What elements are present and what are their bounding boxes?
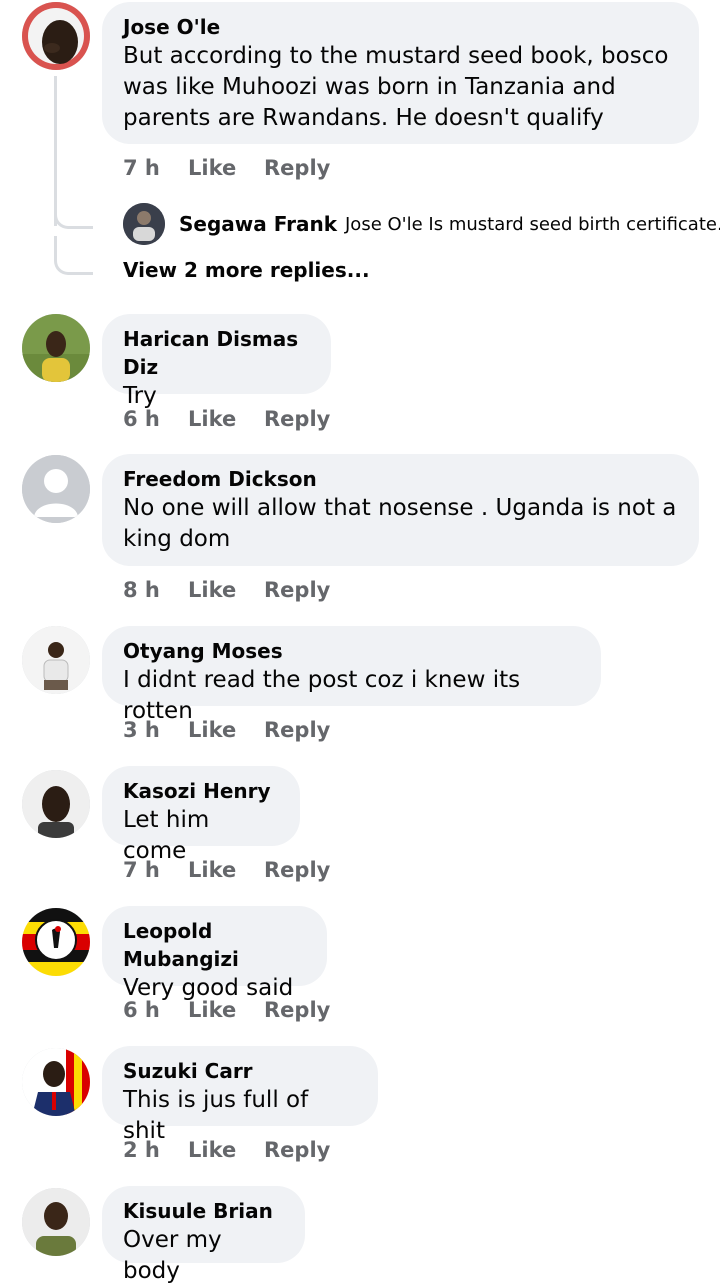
reply-button[interactable]: Reply [264, 578, 330, 602]
reply-button[interactable]: Reply [264, 156, 330, 180]
like-button[interactable]: Like [188, 998, 264, 1022]
comment-bubble: Otyang Moses I didnt read the post coz i… [102, 626, 601, 724]
person-photo-icon [22, 1048, 90, 1116]
like-button[interactable]: Like [188, 407, 264, 431]
comment-author[interactable]: Harican Dismas Diz [123, 325, 309, 381]
comment-bubble: Freedom Dickson No one will allow that n… [102, 454, 699, 566]
avatar[interactable] [22, 314, 90, 382]
comment-author[interactable]: Kisuule Brian [123, 1197, 283, 1225]
person-photo-icon [22, 314, 90, 382]
comment-time[interactable]: 3 h [123, 718, 188, 742]
default-profile-icon [22, 455, 90, 523]
comment-text: No one will allow that nosense . Uganda … [123, 495, 684, 552]
person-photo-icon [22, 2, 90, 70]
comment-bubble: Suzuki Carr This is jus full of shit [102, 1046, 378, 1144]
reply-button[interactable]: Reply [264, 858, 330, 882]
reply-button[interactable]: Reply [264, 998, 330, 1022]
comment-bubble: Leopold Mubangizi Very good said [102, 906, 327, 1001]
comment-meta: 8 h Like Reply [123, 575, 330, 605]
reply-preview[interactable]: Segawa Frank Jose O'le Is mustard seed b… [123, 203, 720, 245]
avatar[interactable] [22, 1188, 90, 1256]
comment-time[interactable]: 7 h [123, 156, 188, 180]
comment-meta: 7 h Like Reply [123, 855, 330, 885]
comment-author[interactable]: Leopold Mubangizi [123, 917, 305, 973]
like-button[interactable]: Like [188, 718, 264, 742]
comment-time[interactable]: 8 h [123, 578, 188, 602]
uganda-crest-icon [22, 908, 90, 976]
avatar[interactable] [22, 2, 90, 70]
comment-meta: 6 h Like Reply [123, 404, 330, 434]
comment-bubble: Kasozi Henry Let him come [102, 766, 300, 864]
thread-connector [54, 236, 93, 275]
reply-button[interactable]: Reply [264, 1138, 330, 1162]
view-more-replies-link[interactable]: View 2 more replies... [123, 258, 370, 282]
reply-text: Jose O'le Is mustard seed birth certific… [345, 213, 720, 235]
comment-text: Over my body [123, 1227, 229, 1284]
like-button[interactable]: Like [188, 156, 264, 180]
comment-meta: 3 h Like Reply [123, 715, 330, 745]
comment-bubble: Harican Dismas Diz Try [102, 314, 331, 409]
comment-text: But according to the mustard seed book, … [123, 43, 676, 131]
avatar [123, 203, 165, 245]
person-photo-icon [22, 1188, 90, 1256]
reply-button[interactable]: Reply [264, 718, 330, 742]
like-button[interactable]: Like [188, 858, 264, 882]
comment-author[interactable]: Kasozi Henry [123, 777, 278, 805]
comment-bubble: Jose O'le But according to the mustard s… [102, 2, 699, 144]
avatar[interactable] [22, 1048, 90, 1116]
comment-bubble: Kisuule Brian Over my body [102, 1186, 305, 1284]
comment-author[interactable]: Otyang Moses [123, 637, 579, 665]
comment-time[interactable]: 7 h [123, 858, 188, 882]
comment-meta: 7 h Like Reply [123, 153, 330, 183]
comment-author[interactable]: Suzuki Carr [123, 1057, 356, 1085]
reply-author[interactable]: Segawa Frank [179, 212, 337, 236]
person-photo-icon [123, 203, 165, 245]
like-button[interactable]: Like [188, 578, 264, 602]
comment-meta: 6 h Like Reply [123, 995, 330, 1025]
like-button[interactable]: Like [188, 1138, 264, 1162]
comment-time[interactable]: 6 h [123, 998, 188, 1022]
avatar[interactable] [22, 626, 90, 694]
reply-button[interactable]: Reply [264, 407, 330, 431]
avatar[interactable] [22, 455, 90, 523]
comment-meta: 2 h Like Reply [123, 1135, 330, 1165]
comment-time[interactable]: 2 h [123, 1138, 188, 1162]
avatar[interactable] [22, 908, 90, 976]
comment-author[interactable]: Jose O'le [123, 13, 677, 41]
avatar[interactable] [22, 770, 90, 838]
person-photo-icon [22, 770, 90, 838]
comment-author[interactable]: Freedom Dickson [123, 465, 677, 493]
person-photo-icon [22, 626, 90, 694]
thread-connector [54, 190, 93, 229]
comment-time[interactable]: 6 h [123, 407, 188, 431]
